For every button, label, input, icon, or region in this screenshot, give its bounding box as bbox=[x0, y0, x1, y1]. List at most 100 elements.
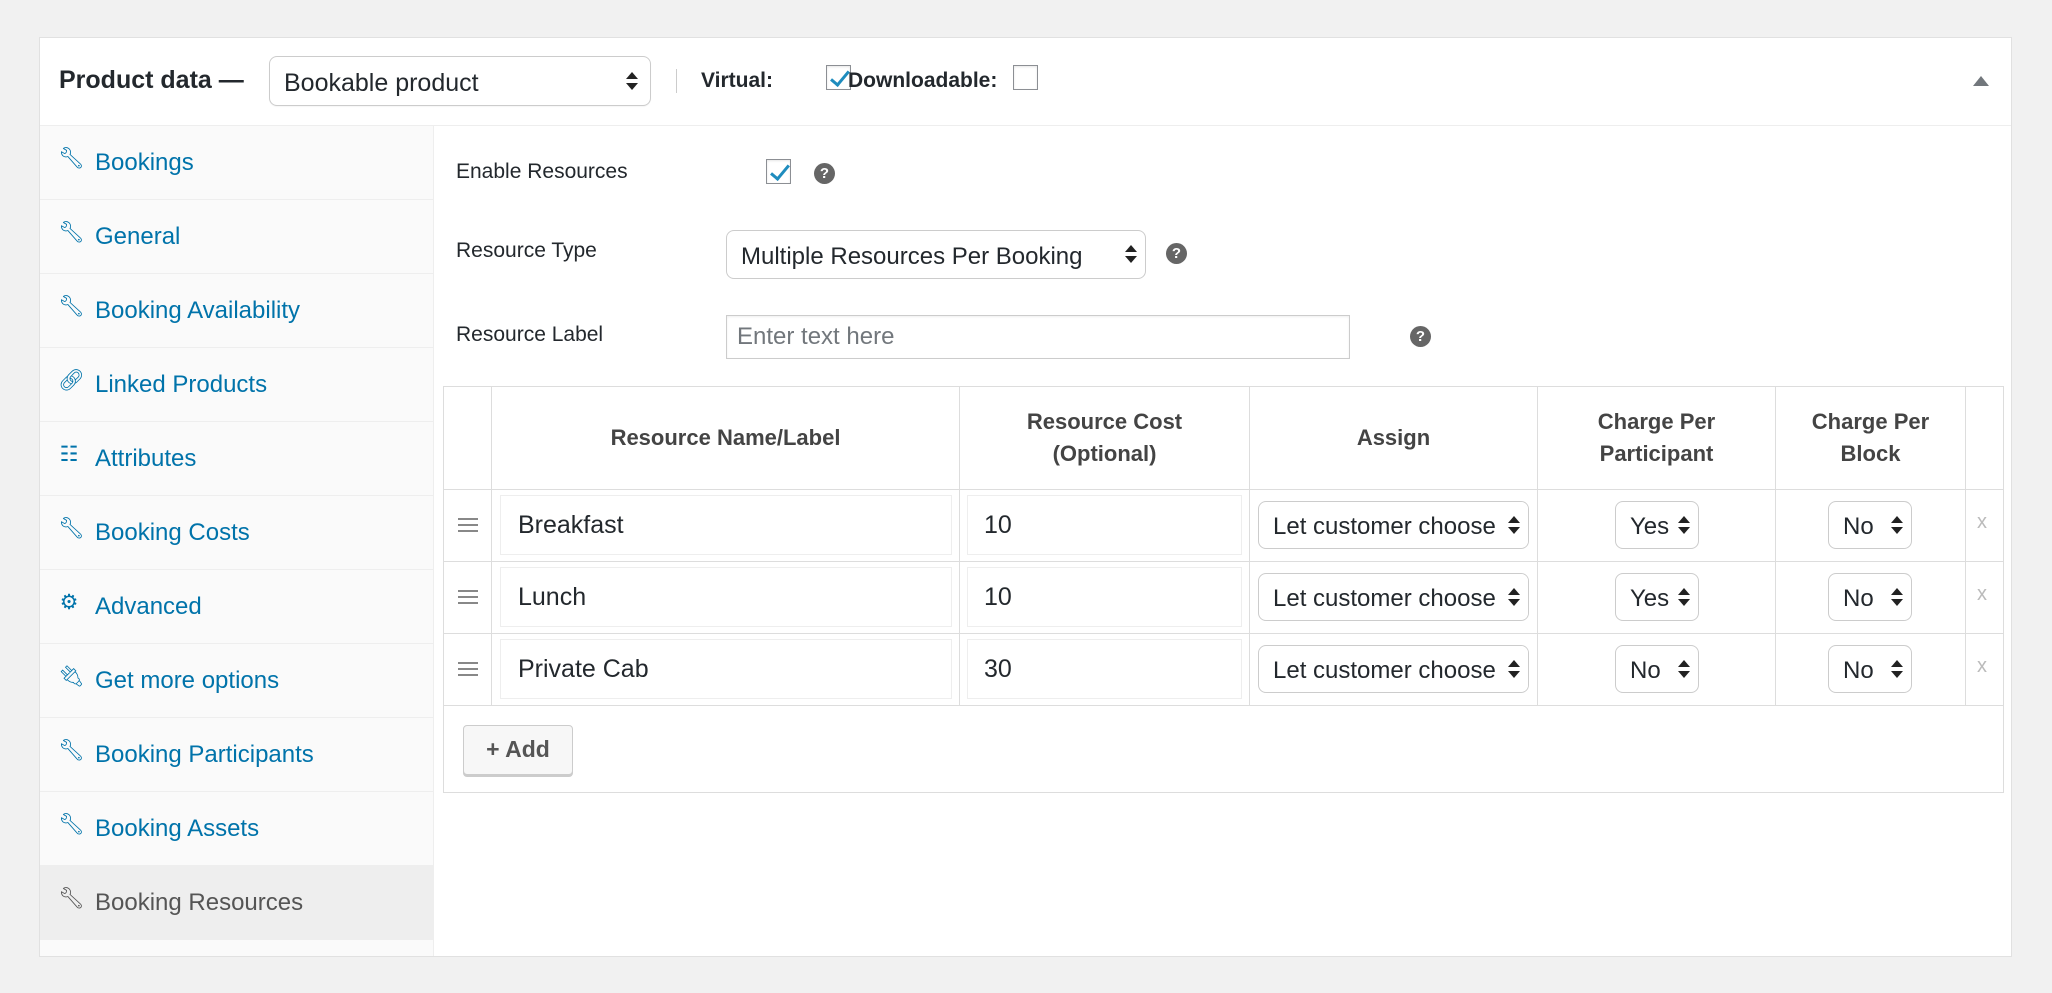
sidebar-item-booking-resources[interactable]: 🔧︎ Booking Resources bbox=[40, 866, 433, 940]
header-text: Charge Per bbox=[1811, 409, 1930, 434]
sidebar-item-general[interactable]: 🔧︎ General bbox=[40, 200, 433, 274]
select-value: Yes bbox=[1630, 513, 1670, 540]
resource-cost-input[interactable]: 10 bbox=[967, 495, 1242, 555]
resource-name-input[interactable]: Private Cab bbox=[500, 639, 952, 699]
select-arrows-icon bbox=[1508, 516, 1520, 534]
sidebar-item-booking-costs[interactable]: 🔧︎ Booking Costs bbox=[40, 496, 433, 570]
sidebar-item-linked-products[interactable]: 🔗︎ Linked Products bbox=[40, 348, 433, 422]
enable-resources-label: Enable Resources bbox=[456, 160, 628, 183]
column-header-cost: Resource Cost (Optional) bbox=[960, 387, 1249, 489]
select-arrows-icon bbox=[1891, 660, 1903, 678]
row-divider bbox=[444, 633, 2003, 634]
downloadable-checkbox[interactable] bbox=[1013, 65, 1038, 90]
charge-per-participant-select[interactable]: Yes bbox=[1615, 501, 1699, 549]
wrench-icon: 🔧︎ bbox=[58, 813, 85, 836]
sidebar-item-label: Attributes bbox=[95, 445, 197, 472]
resource-type-label: Resource Type bbox=[456, 239, 597, 262]
help-icon[interactable]: ? bbox=[814, 163, 835, 184]
select-arrows-icon bbox=[1678, 588, 1690, 606]
drag-handle-icon[interactable] bbox=[458, 662, 478, 676]
sidebar-item-label: Linked Products bbox=[95, 371, 268, 398]
collapse-toggle-icon[interactable] bbox=[1973, 76, 1989, 86]
gear-icon: ⚙ bbox=[59, 591, 79, 614]
wrench-icon: 🔧︎ bbox=[58, 517, 85, 540]
sidebar-item-label: Booking Participants bbox=[95, 741, 314, 768]
sidebar-item-label: Booking Assets bbox=[95, 815, 260, 842]
charge-per-block-select[interactable]: No bbox=[1828, 573, 1912, 621]
help-icon[interactable]: ? bbox=[1410, 326, 1431, 347]
link-icon: 🔗︎ bbox=[58, 369, 85, 392]
sidebar-item-attributes[interactable]: ☷ Attributes bbox=[40, 422, 433, 496]
booking-resources-panel: Enable Resources ? Resource Type Multipl… bbox=[434, 126, 2011, 956]
help-icon[interactable]: ? bbox=[1166, 243, 1187, 264]
wrench-icon: 🔧︎ bbox=[58, 147, 85, 170]
row-divider bbox=[444, 489, 2003, 490]
charge-per-participant-select[interactable]: Yes bbox=[1615, 573, 1699, 621]
resources-table: Resource Name/Label Resource Cost (Option… bbox=[443, 386, 2004, 793]
assign-select[interactable]: Let customer choose bbox=[1258, 573, 1529, 621]
plugin-icon: 🔌︎ bbox=[58, 665, 85, 688]
resource-type-value: Multiple Resources Per Booking bbox=[741, 243, 1083, 270]
product-data-header: Product data — Bookable product Virtual:… bbox=[40, 38, 2011, 126]
sidebar-item-label: Bookings bbox=[95, 149, 194, 176]
sidebar-item-bookings[interactable]: 🔧︎ Bookings bbox=[40, 126, 433, 200]
wrench-icon: 🔧︎ bbox=[58, 295, 85, 318]
resource-name-input[interactable]: Breakfast bbox=[500, 495, 952, 555]
sidebar-item-get-more-options[interactable]: 🔌︎ Get more options bbox=[40, 644, 433, 718]
product-type-select[interactable]: Bookable product bbox=[269, 56, 651, 106]
select-arrows-icon bbox=[1508, 660, 1520, 678]
select-arrows-icon bbox=[1891, 516, 1903, 534]
assign-value: Let customer choose bbox=[1273, 657, 1496, 684]
header-text: Resource Cost bbox=[1026, 409, 1183, 434]
sidebar-item-label: Advanced bbox=[95, 593, 202, 620]
charge-per-participant-select[interactable]: No bbox=[1615, 645, 1699, 693]
header-text: Resource Name/Label bbox=[610, 425, 841, 450]
product-data-panel: Product data — Bookable product Virtual:… bbox=[39, 37, 2012, 957]
sidebar-item-booking-availability[interactable]: 🔧︎ Booking Availability bbox=[40, 274, 433, 348]
drag-handle-icon[interactable] bbox=[458, 518, 478, 532]
sidebar-item-booking-assets[interactable]: 🔧︎ Booking Assets bbox=[40, 792, 433, 866]
remove-row-icon[interactable]: x bbox=[1977, 655, 1987, 678]
select-value: Yes bbox=[1630, 585, 1670, 612]
assign-value: Let customer choose bbox=[1273, 585, 1496, 612]
select-value: No bbox=[1843, 585, 1874, 612]
downloadable-label: Downloadable: bbox=[848, 69, 998, 92]
sidebar-item-booking-participants[interactable]: 🔧︎ Booking Participants bbox=[40, 718, 433, 792]
add-resource-button[interactable]: + Add bbox=[463, 725, 573, 775]
header-text: (Optional) bbox=[1052, 441, 1157, 466]
remove-row-icon[interactable]: x bbox=[1977, 583, 1987, 606]
sidebar-item-label: Booking Availability bbox=[95, 297, 301, 324]
sidebar-item-label: General bbox=[95, 223, 181, 250]
product-data-title: Product data — bbox=[59, 66, 244, 94]
header-text: Participant bbox=[1599, 441, 1714, 466]
resource-name-input[interactable]: Lunch bbox=[500, 567, 952, 627]
column-header-name: Resource Name/Label bbox=[492, 387, 959, 489]
drag-handle-icon[interactable] bbox=[458, 590, 478, 604]
select-value: No bbox=[1630, 657, 1661, 684]
charge-per-block-select[interactable]: No bbox=[1828, 645, 1912, 693]
header-text: Assign bbox=[1356, 425, 1431, 450]
resource-label-input[interactable] bbox=[726, 315, 1350, 359]
charge-per-block-select[interactable]: No bbox=[1828, 501, 1912, 549]
enable-resources-checkbox[interactable] bbox=[766, 159, 791, 184]
select-arrows-icon bbox=[1891, 588, 1903, 606]
assign-select[interactable]: Let customer choose bbox=[1258, 501, 1529, 549]
row-divider bbox=[444, 705, 2003, 706]
wrench-icon: 🔧︎ bbox=[58, 221, 85, 244]
remove-row-icon[interactable]: x bbox=[1977, 511, 1987, 534]
select-arrows-icon bbox=[1678, 516, 1690, 534]
select-value: No bbox=[1843, 513, 1874, 540]
sidebar-item-advanced[interactable]: ⚙ Advanced bbox=[40, 570, 433, 644]
column-header-charge-per-block: Charge Per Block bbox=[1776, 387, 1965, 489]
resource-type-select[interactable]: Multiple Resources Per Booking bbox=[726, 230, 1146, 279]
header-divider bbox=[676, 69, 677, 93]
resource-cost-input[interactable]: 10 bbox=[967, 567, 1242, 627]
sidebar-item-label: Booking Resources bbox=[95, 889, 304, 916]
select-value: No bbox=[1843, 657, 1874, 684]
select-arrows-icon bbox=[1678, 660, 1690, 678]
product-type-value: Bookable product bbox=[284, 69, 479, 97]
assign-select[interactable]: Let customer choose bbox=[1258, 645, 1529, 693]
header-text: Block bbox=[1840, 441, 1901, 466]
resource-cost-input[interactable]: 30 bbox=[967, 639, 1242, 699]
sidebar-item-label: Booking Costs bbox=[95, 519, 250, 546]
